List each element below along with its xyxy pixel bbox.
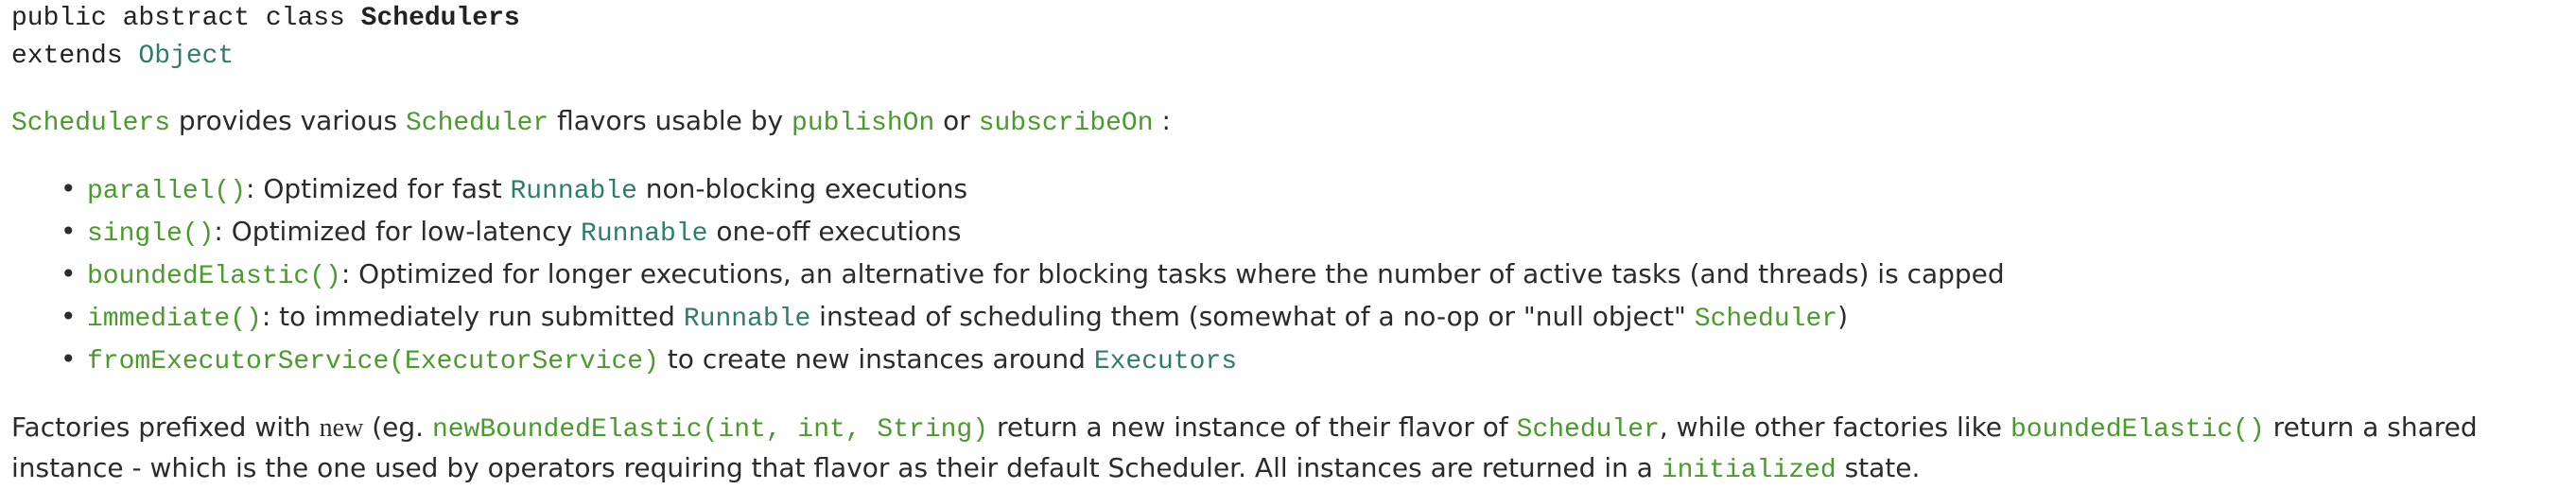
single-link[interactable]: single() <box>87 219 214 249</box>
item-text: to create new instances around <box>658 343 1094 375</box>
class-name: Schedulers <box>360 4 520 33</box>
parallel-link[interactable]: parallel() <box>87 177 246 206</box>
bullet-icon: • <box>61 258 77 289</box>
class-signature: public abstract class Schedulers extends… <box>11 0 2576 76</box>
scheduler-flavor-list: • parallel(): Optimized for fast Runnable… <box>11 169 2576 382</box>
intro-text-2: flavors usable by <box>548 105 792 136</box>
boundedelastic-link[interactable]: boundedElastic() <box>87 262 341 291</box>
fromexecutorservice-link[interactable]: fromExecutorService(ExecutorService) <box>87 347 659 376</box>
item-text: non-blocking executions <box>636 173 968 204</box>
item-text: : Optimized for longer executions, an al… <box>340 258 2005 289</box>
item-text: : Optimized for low-latency <box>214 216 582 247</box>
scheduler-link[interactable]: Scheduler <box>1517 415 1660 445</box>
signature-modifiers: public abstract class <box>11 4 361 33</box>
intro-text-1: provides various <box>170 105 406 136</box>
factories-paragraph: Factories prefixed with new (eg. newBoun… <box>11 409 2565 490</box>
runnable-link[interactable]: Runnable <box>581 219 707 249</box>
item-text: ) <box>1837 301 1848 332</box>
list-item: • immediate(): to immediately run submitt… <box>61 297 2576 340</box>
list-item: • boundedElastic(): Optimized for longer … <box>61 254 2576 297</box>
immediate-link[interactable]: immediate() <box>87 305 262 334</box>
item-text: one-off executions <box>707 216 962 247</box>
signature-line-1: public abstract class Schedulers <box>11 0 2576 38</box>
list-item: • fromExecutorService(ExecutorService) to… <box>61 340 2576 382</box>
initialized-link[interactable]: initialized <box>1662 456 1836 485</box>
bullet-icon: • <box>61 343 77 375</box>
factories-text: (eg. <box>363 411 432 443</box>
list-item: • parallel(): Optimized for fast Runnable… <box>61 169 2576 212</box>
extends-keyword: extends <box>11 42 139 71</box>
intro-text-4: : <box>1153 105 1171 136</box>
executors-link[interactable]: Executors <box>1094 347 1237 376</box>
boundedelastic-link[interactable]: boundedElastic() <box>2010 415 2265 445</box>
schedulers-link[interactable]: Schedulers <box>11 109 170 138</box>
intro-paragraph: Schedulers provides various Scheduler fl… <box>11 102 2576 143</box>
item-text: : Optimized for fast <box>246 173 511 204</box>
scheduler-link[interactable]: Scheduler <box>1695 305 1837 334</box>
new-keyword: new <box>319 413 364 443</box>
subscribeon-link[interactable]: subscribeOn <box>979 109 1154 138</box>
factories-text: return a new instance of their flavor of <box>988 411 1517 443</box>
item-text: : to immediately run submitted <box>261 301 684 332</box>
bullet-icon: • <box>61 216 77 247</box>
publishon-link[interactable]: publishOn <box>792 109 934 138</box>
newboundedelastic-link[interactable]: newBoundedElastic(int, int, String) <box>432 415 988 445</box>
bullet-icon: • <box>61 173 77 204</box>
factories-text: state. <box>1836 452 1921 483</box>
bullet-icon: • <box>61 301 77 332</box>
factories-text: Factories prefixed with <box>11 411 320 443</box>
list-item: • single(): Optimized for low-latency Run… <box>61 212 2576 254</box>
item-text: instead of scheduling them (somewhat of … <box>810 301 1695 332</box>
runnable-link[interactable]: Runnable <box>510 177 636 206</box>
scheduler-link[interactable]: Scheduler <box>406 109 548 138</box>
runnable-link[interactable]: Runnable <box>684 305 810 334</box>
signature-line-2: extends Object <box>11 38 2576 76</box>
factories-text: , while other factories like <box>1659 411 2010 443</box>
superclass-link[interactable]: Object <box>138 42 234 71</box>
intro-text-3: or <box>934 105 979 136</box>
